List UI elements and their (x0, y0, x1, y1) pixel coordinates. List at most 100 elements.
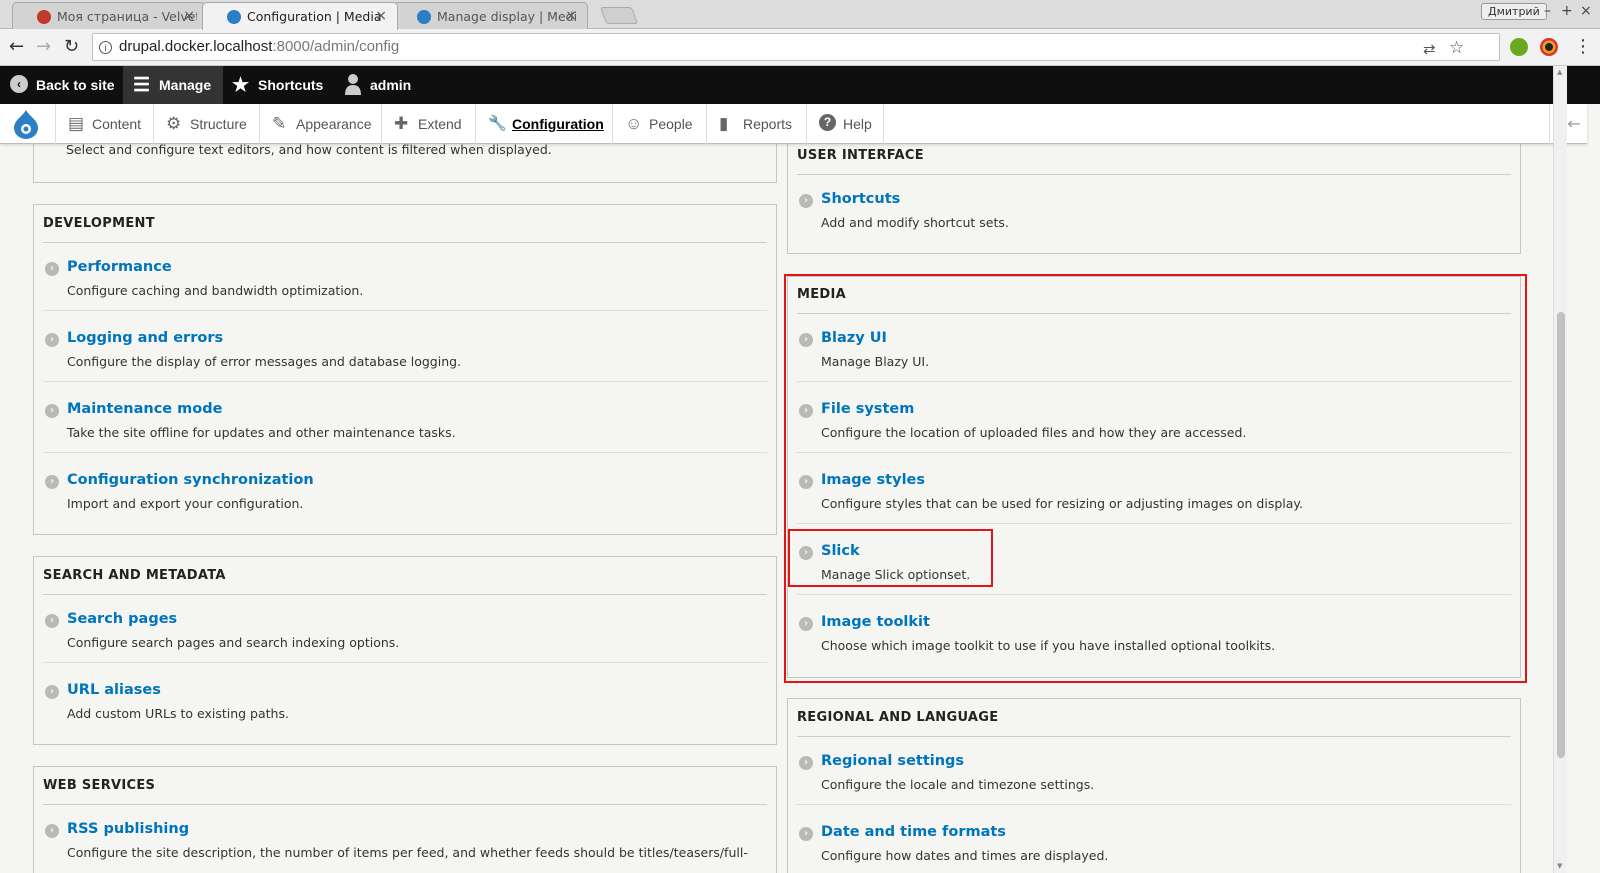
browser-tab-manage-display[interactable]: Manage display | Medi × (392, 2, 588, 29)
config-description: Configure search pages and search indexi… (67, 635, 400, 650)
panel-divider (43, 804, 767, 805)
tray-item-label: Content (92, 116, 142, 132)
address-bar[interactable]: i drupal.docker.localhost:8000/admin/con… (92, 33, 1500, 61)
color-extension-icon[interactable] (1540, 38, 1558, 56)
panel-web-services: WEB SERVICES › RSS publishing Configure … (33, 766, 777, 873)
config-description: Add custom URLs to existing paths. (67, 706, 289, 721)
manage-tab[interactable]: ☰ Manage (123, 66, 223, 104)
user-tab[interactable]: admin (344, 66, 411, 104)
chevron-right-icon: › (799, 194, 813, 208)
drupal-favicon-icon (227, 10, 241, 24)
people-icon: ☺ (625, 114, 643, 133)
config-description: Add and modify shortcut sets. (821, 215, 1009, 230)
tray-item-people[interactable]: ☺ People (612, 104, 706, 144)
config-link[interactable]: Configuration synchronization (67, 472, 314, 488)
site-info-icon[interactable]: i (99, 41, 112, 54)
config-link[interactable]: Performance (67, 259, 172, 275)
page-icon: ▤ (68, 114, 85, 133)
tab-close-icon[interactable]: × (565, 8, 577, 24)
url-host: drupal.docker.localhost (119, 38, 273, 55)
back-to-site-label: Back to site (36, 77, 115, 93)
tray-item-help[interactable]: ? Help (806, 104, 884, 144)
panel-development: DEVELOPMENT › Performance Configure cach… (33, 204, 777, 535)
panel-divider (797, 174, 1511, 175)
panel-regional-language: REGIONAL AND LANGUAGE › Regional setting… (787, 698, 1521, 873)
chevron-right-icon: › (45, 614, 59, 628)
panel-divider (43, 242, 767, 243)
brush-icon: ✎ (272, 114, 287, 133)
panel-title: REGIONAL AND LANGUAGE (797, 710, 999, 725)
download-extension-icon[interactable] (1510, 38, 1528, 56)
chart-icon: ▮ (719, 114, 729, 133)
chevron-right-icon: › (45, 333, 59, 347)
config-link[interactable]: Logging and errors (67, 330, 223, 346)
help-icon: ? (819, 114, 836, 131)
panel-search-metadata: SEARCH AND METADATA › Search pages Confi… (33, 556, 777, 745)
maximize-icon[interactable]: + (1561, 3, 1573, 19)
slick-highlight-box (788, 529, 993, 587)
tray-item-label: Help (843, 116, 872, 132)
config-link[interactable]: Search pages (67, 611, 177, 627)
manage-tray: ▤ Content ⚙ Structure ✎ Appearance ✚ Ext… (0, 104, 1587, 144)
back-arrow-icon[interactable]: ← (9, 37, 24, 57)
config-description: Configure caching and bandwidth optimiza… (67, 283, 364, 298)
browser-profile-chip[interactable]: Дмитрий (1481, 3, 1547, 20)
tray-item-label: Configuration (512, 116, 604, 132)
drupal-logo-icon[interactable] (8, 109, 44, 139)
shortcuts-tab[interactable]: ★ Shortcuts (232, 66, 323, 104)
translate-icon[interactable]: ⇄ (1423, 40, 1436, 58)
config-description: Configure the display of error messages … (67, 354, 462, 369)
back-to-site-link[interactable]: ‹ Back to site (10, 66, 115, 104)
url-path: :8000/admin/config (272, 38, 400, 55)
chevron-right-icon: › (799, 756, 813, 770)
tray-item-appearance[interactable]: ✎ Appearance (259, 104, 381, 144)
panel-title: WEB SERVICES (43, 778, 156, 793)
chevron-right-icon: › (45, 685, 59, 699)
scroll-down-icon[interactable]: ▼ (1557, 862, 1562, 870)
tab-close-icon[interactable]: × (183, 8, 195, 24)
puzzle-icon: ✚ (394, 114, 409, 133)
shortcuts-label: Shortcuts (258, 77, 324, 93)
chevron-right-icon: › (45, 475, 59, 489)
config-link[interactable]: URL aliases (67, 682, 161, 698)
panel-title: DEVELOPMENT (43, 216, 155, 231)
drupal-admin-toolbar: ‹ Back to site ☰ Manage ★ Shortcuts admi… (0, 66, 1600, 104)
drupal-favicon-icon (417, 10, 431, 24)
tray-item-content[interactable]: ▤ Content (55, 104, 153, 144)
scroll-up-icon[interactable]: ▲ (1557, 68, 1562, 76)
browser-tab-configuration[interactable]: Configuration | Media × (202, 2, 398, 30)
tray-item-label: Structure (190, 116, 247, 132)
item-divider (797, 804, 1511, 805)
scrollbar-thumb[interactable] (1557, 312, 1565, 758)
tray-item-configuration[interactable]: 🔧 Configuration (475, 104, 612, 144)
reload-icon[interactable]: ↻ (64, 37, 79, 57)
minimize-icon[interactable]: – (1544, 3, 1551, 19)
manage-label: Manage (159, 77, 212, 93)
panel-title: SEARCH AND METADATA (43, 568, 226, 583)
structure-icon: ⚙ (166, 114, 182, 133)
config-link[interactable]: RSS publishing (67, 821, 189, 837)
back-chevron-icon: ‹ (10, 75, 28, 93)
tray-item-structure[interactable]: ⚙ Structure (153, 104, 259, 144)
tab-close-icon[interactable]: × (375, 8, 387, 24)
tray-item-extend[interactable]: ✚ Extend (381, 104, 475, 144)
config-link[interactable]: Regional settings (821, 753, 964, 769)
config-link[interactable]: Maintenance mode (67, 401, 222, 417)
config-link[interactable]: Shortcuts (821, 191, 900, 207)
person-icon (344, 73, 362, 95)
config-description: Configure how dates and times are displa… (821, 848, 1109, 863)
tray-item-reports[interactable]: ▮ Reports (706, 104, 806, 144)
forward-arrow-icon[interactable]: → (36, 37, 51, 57)
user-label: admin (370, 77, 412, 93)
browser-tab-velvet[interactable]: Моя страница - Velvet × (12, 2, 206, 29)
new-tab-button[interactable] (599, 7, 639, 24)
browser-menu-icon[interactable]: ⋮ (1574, 37, 1592, 57)
page-scrollbar[interactable]: ▲ ▼ (1553, 66, 1567, 873)
tray-item-label: Appearance (296, 116, 372, 132)
tab-title: Configuration | Media (247, 9, 382, 24)
bookmark-star-icon[interactable]: ☆ (1449, 38, 1464, 58)
config-link[interactable]: Date and time formats (821, 824, 1006, 840)
window-close-icon[interactable]: × (1580, 3, 1592, 19)
chevron-right-icon: › (799, 827, 813, 841)
config-description: Configure the site description, the numb… (67, 845, 748, 860)
